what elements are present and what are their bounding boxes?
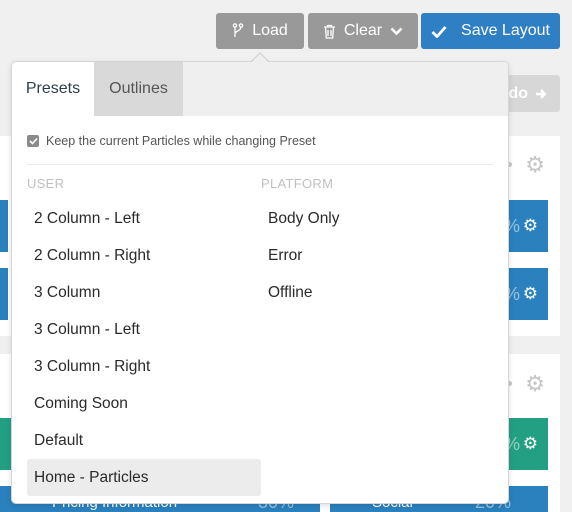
block-left bbox=[0, 200, 8, 252]
preset-item[interactable]: 3 Column bbox=[27, 274, 261, 311]
keep-particles-option[interactable]: Keep the current Particles while changin… bbox=[27, 134, 316, 148]
preset-item[interactable]: Body Only bbox=[261, 200, 495, 237]
save-layout-button[interactable]: Save Layout bbox=[421, 13, 560, 49]
user-presets-list: 2 Column - Left 2 Column - Right 3 Colum… bbox=[27, 200, 261, 496]
preset-item-highlighted[interactable]: Home - Particles bbox=[27, 459, 261, 496]
block-settings-icon[interactable]: ⚙ bbox=[523, 434, 538, 454]
preset-item[interactable]: Coming Soon bbox=[27, 385, 261, 422]
preset-item[interactable]: Default bbox=[27, 422, 261, 459]
divider bbox=[27, 164, 493, 165]
keep-particles-label: Keep the current Particles while changin… bbox=[46, 134, 316, 148]
chevron-down-icon bbox=[390, 27, 403, 36]
platform-heading: PLATFORM bbox=[261, 176, 334, 191]
branch-icon bbox=[232, 23, 244, 37]
layout-manager-page: do ⚙ % ⚙ % ⚙ ⚙ % ⚙ Pricing Information 3… bbox=[0, 0, 572, 512]
preset-item[interactable]: 3 Column - Right bbox=[27, 348, 261, 385]
load-label: Load bbox=[252, 22, 288, 39]
load-button[interactable]: Load bbox=[216, 13, 304, 49]
platform-presets-list: Body Only Error Offline bbox=[261, 200, 495, 311]
keep-particles-checkbox[interactable] bbox=[27, 135, 39, 147]
check-icon bbox=[431, 25, 447, 38]
preset-item[interactable]: 2 Column - Left bbox=[27, 200, 261, 237]
preset-item[interactable]: Error bbox=[261, 237, 495, 274]
load-presets-popover: Presets Outlines Keep the current Partic… bbox=[11, 61, 509, 504]
preset-item[interactable]: 2 Column - Right bbox=[27, 237, 261, 274]
block-left bbox=[0, 268, 8, 320]
popover-arrow-inner bbox=[251, 54, 269, 63]
clear-button[interactable]: Clear bbox=[308, 13, 418, 49]
user-heading: USER bbox=[27, 176, 65, 191]
section-settings-icon[interactable]: ⚙ bbox=[525, 152, 545, 178]
tab-presets[interactable]: Presets bbox=[12, 62, 94, 116]
redo-label: do bbox=[508, 84, 528, 102]
section-settings-icon[interactable]: ⚙ bbox=[525, 371, 545, 397]
checkmark-icon bbox=[28, 137, 38, 145]
trash-icon bbox=[323, 24, 335, 39]
block-settings-icon[interactable]: ⚙ bbox=[523, 284, 538, 304]
preset-item[interactable]: Offline bbox=[261, 274, 495, 311]
popover-tabs: Presets Outlines bbox=[12, 62, 508, 116]
preset-item[interactable]: 3 Column - Left bbox=[27, 311, 261, 348]
save-label: Save Layout bbox=[461, 22, 550, 39]
arrow-right-icon bbox=[536, 88, 547, 99]
clear-label: Clear bbox=[343, 22, 383, 39]
tab-outlines[interactable]: Outlines bbox=[94, 62, 183, 116]
block-settings-icon[interactable]: ⚙ bbox=[523, 216, 538, 236]
